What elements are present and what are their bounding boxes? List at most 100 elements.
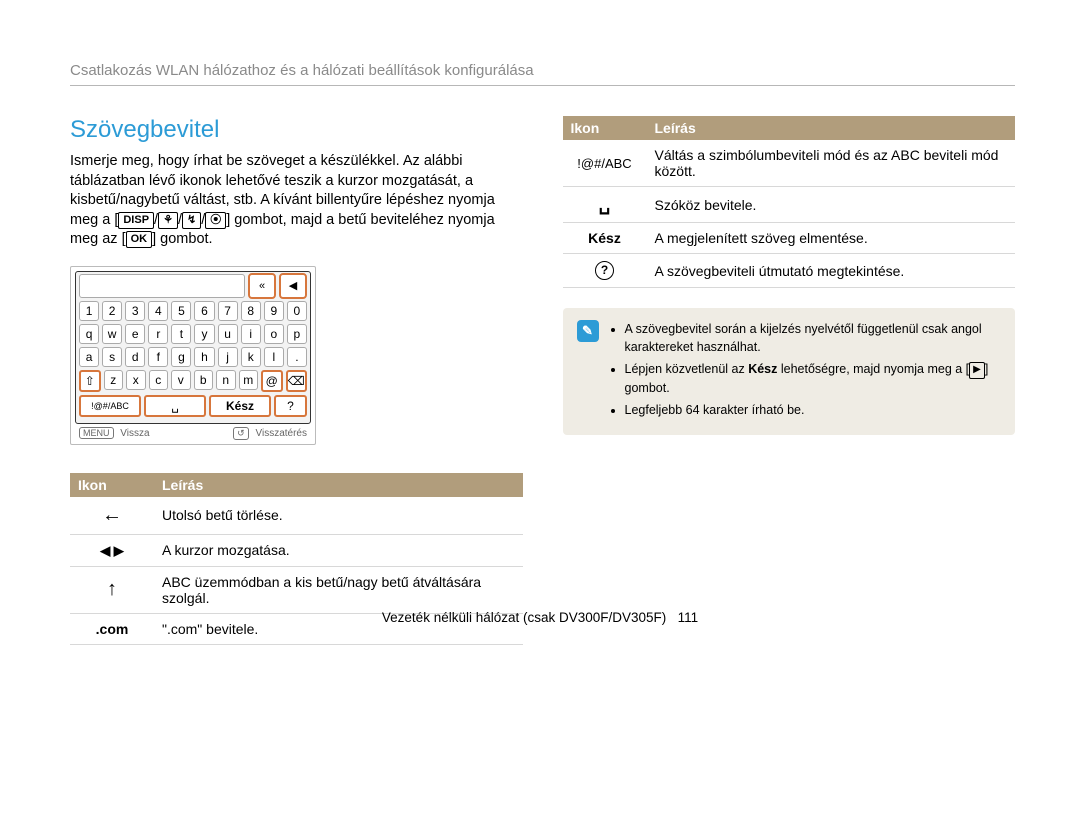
right-column: Ikon Leírás !@#/ABC Váltás a szimbólumbe…	[563, 116, 1016, 645]
key[interactable]: c	[149, 370, 169, 390]
key[interactable]: e	[125, 324, 145, 344]
table-row: Kész A megjelenített szöveg elmentése.	[563, 223, 1016, 254]
desc: A szövegbeviteli útmutató megtekintése.	[647, 254, 1016, 288]
key[interactable]: k	[241, 347, 261, 367]
txt: lehetőségre, majd nyomja meg a [	[777, 362, 969, 376]
done-key[interactable]: Kész	[209, 395, 271, 417]
desc: A kurzor mozgatása.	[154, 534, 523, 566]
footer-label: Vezeték nélküli hálózat (csak DV300F/DV3…	[382, 610, 666, 625]
ok-key-icon: OK	[126, 231, 153, 248]
th-ikon: Ikon	[563, 116, 647, 140]
desc: Utolsó betű törlése.	[154, 497, 523, 535]
key[interactable]: f	[148, 347, 168, 367]
left-column: Szövegbevitel Ismerje meg, hogy írhat be…	[70, 116, 523, 645]
th-leiras: Leírás	[154, 473, 523, 497]
at-key[interactable]: @	[261, 370, 283, 392]
key[interactable]: t	[171, 324, 191, 344]
key[interactable]: m	[239, 370, 259, 390]
key[interactable]: 3	[125, 301, 145, 321]
section-title: Szövegbevitel	[70, 116, 523, 144]
note-item: A szövegbevitel során a kijelzés nyelvét…	[625, 320, 1002, 356]
desc: A megjelenített szöveg elmentése.	[647, 223, 1016, 254]
key[interactable]: r	[148, 324, 168, 344]
disp-key-icon: DISP	[118, 212, 154, 229]
cursor-icon: «	[248, 273, 276, 299]
page-footer: Vezeték nélküli hálózat (csak DV300F/DV3…	[0, 610, 1080, 625]
cursor-move-icon	[100, 542, 124, 558]
th-ikon: Ikon	[70, 473, 154, 497]
key[interactable]: v	[171, 370, 191, 390]
table-row: Szóköz bevitele.	[563, 187, 1016, 223]
menu-key-icon: MENU	[79, 427, 114, 439]
note-item: Lépjen közvetlenül az Kész lehetőségre, …	[625, 360, 1002, 397]
th-leiras: Leírás	[647, 116, 1016, 140]
intro-paragraph: Ismerje meg, hogy írhat be szöveget a ké…	[70, 152, 523, 250]
help-icon	[595, 261, 614, 280]
keyboard-row: a s d f g h j k l .	[79, 347, 307, 367]
table-row: ABC üzemmódban a kis betű/nagy betű átvá…	[70, 566, 523, 613]
reset-icon: ↺	[233, 427, 249, 440]
key[interactable]: 0	[287, 301, 307, 321]
key[interactable]: i	[241, 324, 261, 344]
play-key-icon: ▶	[969, 362, 985, 379]
key[interactable]: w	[102, 324, 122, 344]
key[interactable]: l	[264, 347, 284, 367]
desc: Szóköz bevitele.	[647, 187, 1016, 223]
key[interactable]: p	[287, 324, 307, 344]
desc: Váltás a szimbólumbeviteli mód és az ABC…	[647, 140, 1016, 187]
key[interactable]: b	[194, 370, 214, 390]
cursor-left-icon: ◀	[279, 273, 307, 299]
key[interactable]: 1	[79, 301, 99, 321]
space-key[interactable]: ␣	[144, 395, 206, 417]
keyboard-row: ⇧ z x c v b n m @ ⌫	[79, 370, 307, 392]
mode-icon: !@#/ABC	[563, 140, 647, 187]
table-row: Utolsó betű törlése.	[70, 497, 523, 535]
key[interactable]: 4	[148, 301, 168, 321]
backspace-key[interactable]: ⌫	[286, 370, 308, 392]
key[interactable]: 9	[264, 301, 284, 321]
txt: Lépjen közvetlenül az	[625, 362, 749, 376]
key[interactable]: j	[218, 347, 238, 367]
flash-icon: ↯	[182, 212, 201, 229]
intro-text: ] gombot.	[152, 231, 212, 247]
key[interactable]: q	[79, 324, 99, 344]
timer-icon: ⦿	[205, 212, 226, 229]
key[interactable]: g	[171, 347, 191, 367]
keyboard-row: 1 2 3 4 5 6 7 8 9 0	[79, 301, 307, 321]
note-icon	[577, 320, 599, 342]
key[interactable]: 7	[218, 301, 238, 321]
key[interactable]: n	[216, 370, 236, 390]
keyboard-screenshot: « ◀ 1 2 3 4 5 6 7 8 9 0	[70, 266, 316, 445]
key[interactable]: 2	[102, 301, 122, 321]
key[interactable]: u	[218, 324, 238, 344]
shift-key[interactable]: ⇧	[79, 370, 101, 392]
space-icon	[599, 197, 610, 213]
key[interactable]: .	[287, 347, 307, 367]
mode-key[interactable]: !@#/ABC	[79, 395, 141, 417]
key[interactable]: z	[104, 370, 124, 390]
key[interactable]: s	[102, 347, 122, 367]
key[interactable]: x	[126, 370, 146, 390]
done-icon: Kész	[563, 223, 647, 254]
macro-icon: ⚘	[158, 212, 178, 229]
table-row: A kurzor mozgatása.	[70, 534, 523, 566]
key[interactable]: h	[194, 347, 214, 367]
key[interactable]: 6	[194, 301, 214, 321]
key[interactable]: y	[194, 324, 214, 344]
page-number: 111	[678, 610, 699, 625]
table-row: A szövegbeviteli útmutató megtekintése.	[563, 254, 1016, 288]
table-row: !@#/ABC Váltás a szimbólumbeviteli mód é…	[563, 140, 1016, 187]
key[interactable]: o	[264, 324, 284, 344]
key[interactable]: 8	[241, 301, 261, 321]
key[interactable]: 5	[171, 301, 191, 321]
key[interactable]: d	[125, 347, 145, 367]
shift-icon	[107, 582, 117, 598]
backspace-icon	[102, 508, 122, 524]
back-label: Vissza	[120, 428, 149, 439]
keyboard-row: !@#/ABC ␣ Kész ?	[79, 395, 307, 417]
help-key[interactable]: ?	[274, 395, 307, 417]
text-field	[79, 274, 245, 298]
icon-table-right: Ikon Leírás !@#/ABC Váltás a szimbólumbe…	[563, 116, 1016, 288]
key[interactable]: a	[79, 347, 99, 367]
note-item: Legfeljebb 64 karakter írható be.	[625, 401, 1002, 419]
